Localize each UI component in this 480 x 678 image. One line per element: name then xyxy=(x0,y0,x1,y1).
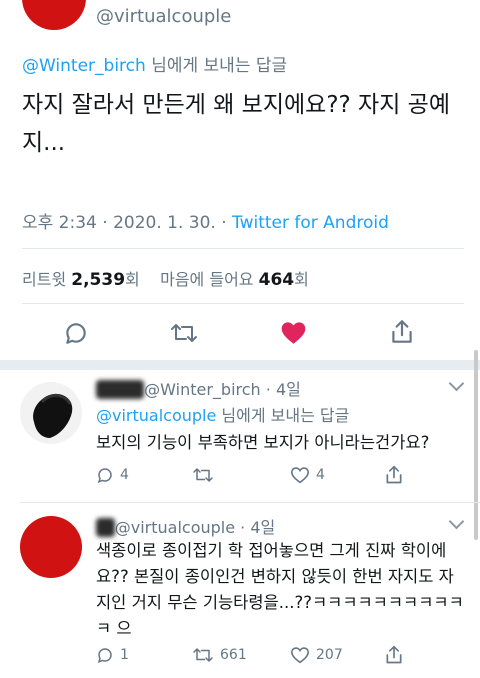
reply-to-suffix: 님에게 보내는 답글 xyxy=(145,56,288,76)
divider xyxy=(22,248,464,249)
heart-icon[interactable] xyxy=(280,320,307,345)
reply-header: 김설목 @Winter_birch · 4일 xyxy=(96,376,301,400)
like-button[interactable]: 207 xyxy=(290,646,343,664)
retweet-icon xyxy=(193,648,213,662)
reply-text: 보지의 기능이 부족하면 보지가 아니라는건가요? xyxy=(96,433,430,452)
replying-to: @Winter_birch 님에게 보내는 답글 xyxy=(22,51,287,76)
reply-icon[interactable] xyxy=(63,320,89,346)
retweet-button[interactable] xyxy=(192,466,220,484)
tweet-meta: 오후 2:34 · 2020. 1. 30. · Twitter for And… xyxy=(22,208,389,233)
share-icon[interactable] xyxy=(384,464,404,486)
reply-header: 씨 @virtualcouple · 4일 xyxy=(96,514,275,538)
share-icon[interactable] xyxy=(389,318,415,346)
reply-handle[interactable]: @virtualcouple xyxy=(115,518,235,537)
heart-icon xyxy=(290,467,310,484)
replying-to: @virtualcouple 님에게 보내는 답글 xyxy=(96,406,350,425)
tweet-source-link[interactable]: Twitter for Android xyxy=(232,213,389,233)
author-avatar[interactable] xyxy=(22,0,86,30)
like-stat[interactable]: 마음에 들어요 464회 xyxy=(160,270,309,290)
reply-button[interactable]: 1 xyxy=(96,646,129,664)
tweet-timestamp: 오후 2:34 · 2020. 1. 30. · xyxy=(22,213,233,233)
retweet-count: 2,539 xyxy=(71,270,126,290)
reply-count: 4 xyxy=(120,467,129,483)
retweet-icon[interactable] xyxy=(170,320,198,346)
reply-age: · 4일 xyxy=(235,518,276,537)
reply-text: 색종이로 종이접기 학 접어놓으면 그게 진짜 학이에요?? 본질이 종이인건 … xyxy=(96,541,464,638)
reply-handle[interactable]: @Winter_birch xyxy=(144,380,261,399)
scrollbar[interactable] xyxy=(474,350,478,540)
share-icon[interactable] xyxy=(384,644,404,666)
reply-to-user-link[interactable]: @Winter_birch xyxy=(22,56,146,76)
retweet-icon xyxy=(193,468,213,482)
tweet-text: 자지 잘라서 만든게 왜 보지에요?? 자지 공예지... xyxy=(22,92,451,156)
reply-icon xyxy=(97,648,112,664)
reply-icon xyxy=(97,468,112,484)
chevron-down-icon[interactable] xyxy=(448,513,465,530)
reply-display-name[interactable]: 씨 xyxy=(96,518,115,537)
like-count: 464 xyxy=(258,270,295,290)
reply-display-name[interactable]: 김설목 xyxy=(96,380,145,399)
divider xyxy=(20,502,480,503)
reply-to-user-link[interactable]: @virtualcouple xyxy=(96,406,216,425)
reply-avatar[interactable] xyxy=(20,516,82,578)
chevron-down-icon[interactable] xyxy=(448,375,465,392)
retweet-stat[interactable]: 리트윗 2,539회 xyxy=(22,270,140,290)
like-button[interactable]: 4 xyxy=(290,466,325,484)
reply-button[interactable]: 4 xyxy=(96,466,129,484)
retweet-button[interactable]: 661 xyxy=(192,646,247,664)
like-count: 207 xyxy=(316,647,343,663)
like-count: 4 xyxy=(316,467,325,483)
heart-icon xyxy=(290,647,310,664)
section-separator xyxy=(0,360,480,370)
reply-avatar[interactable] xyxy=(20,382,82,444)
retweet-count: 661 xyxy=(220,647,247,663)
reply-count: 1 xyxy=(120,647,129,663)
author-handle[interactable]: @virtualcouple xyxy=(96,6,231,27)
divider xyxy=(22,303,464,304)
tweet-stats: 리트윗 2,539회 마음에 들어요 464회 xyxy=(22,266,309,290)
avatar-image xyxy=(33,393,73,438)
reply-age: · 4일 xyxy=(260,380,301,399)
